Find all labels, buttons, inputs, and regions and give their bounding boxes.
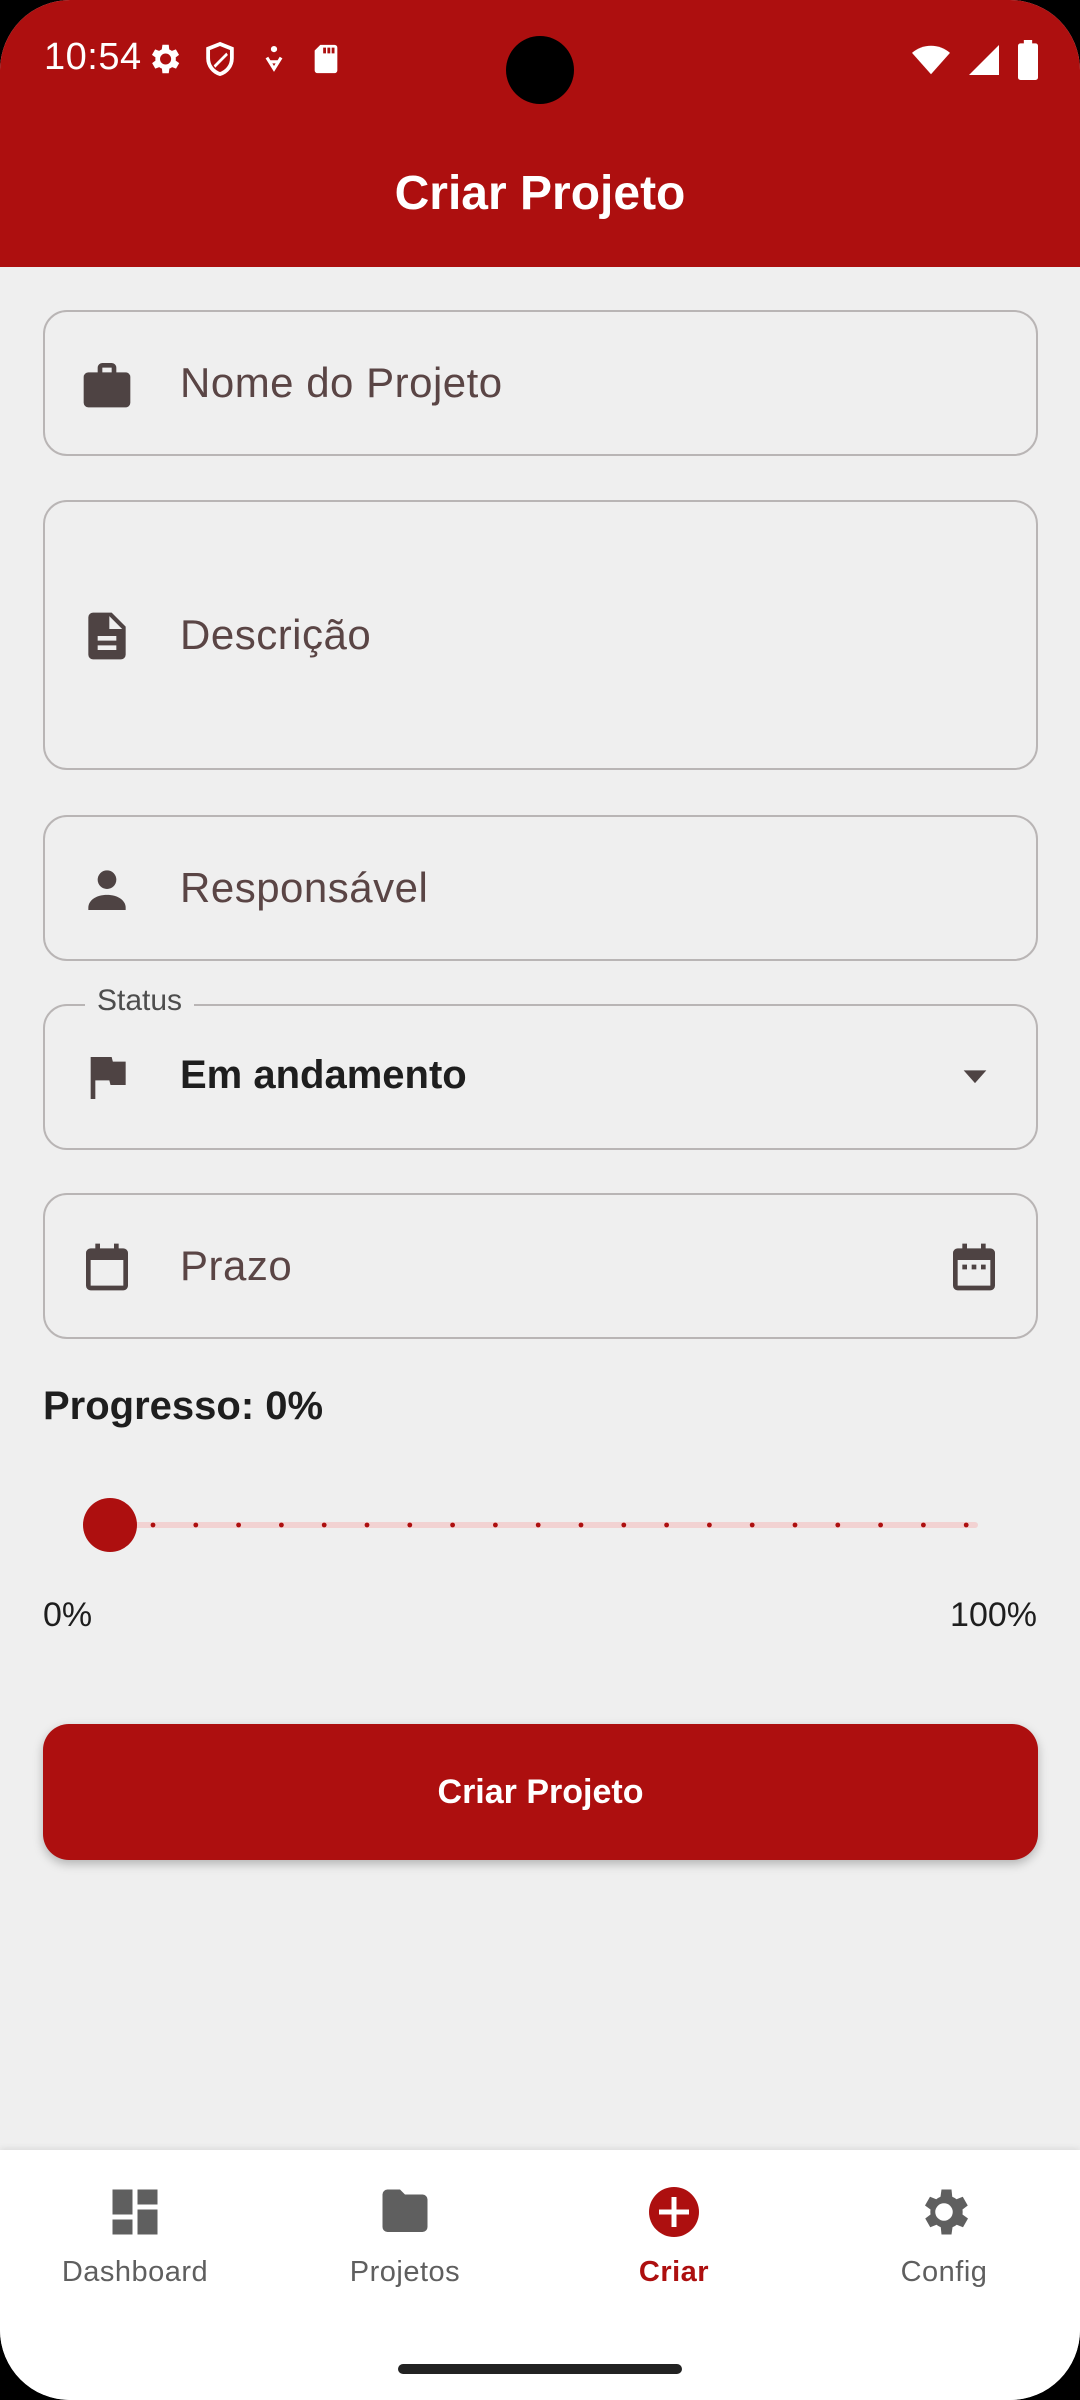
bottom-navigation: Dashboard Projetos Criar Config (0, 2150, 1080, 2400)
nav-dashboard-label: Dashboard (61, 2256, 209, 2288)
status-icons-right (910, 40, 1040, 80)
accessibility-status-icon (265, 45, 283, 72)
front-camera (506, 36, 574, 104)
create-project-button[interactable]: Criar Projeto (43, 1724, 1038, 1860)
slider-tick (707, 1522, 712, 1528)
slider-tick (193, 1522, 199, 1528)
slider-tick (664, 1522, 669, 1528)
settings-status-icon (151, 44, 180, 74)
slider-tick (407, 1522, 413, 1528)
status-dropdown[interactable]: Status Em andamento (43, 984, 1038, 1150)
nav-projetos[interactable]: Projetos (295, 2182, 515, 2289)
progress-slider-ticks (150, 1522, 969, 1528)
slider-tick (749, 1522, 755, 1528)
battery-icon (1018, 40, 1038, 80)
nav-dashboard[interactable]: Dashboard (25, 2182, 245, 2289)
slider-tick (364, 1522, 370, 1528)
slider-tick (792, 1522, 798, 1528)
nav-config-label: Config (900, 2256, 988, 2288)
status-icons-left (145, 40, 343, 78)
slider-tick (621, 1522, 627, 1528)
description-placeholder: Descrição (180, 611, 372, 658)
slider-tick (835, 1522, 841, 1528)
project-name-field[interactable]: Nome do Projeto (43, 310, 1038, 456)
slider-tick (279, 1522, 284, 1528)
nav-projetos-label: Projetos (349, 2256, 461, 2288)
deadline-field[interactable]: Prazo (43, 1193, 1038, 1339)
page-title: Criar Projeto (394, 167, 686, 220)
nav-criar-label: Criar (638, 2256, 710, 2288)
deadline-placeholder: Prazo (180, 1242, 293, 1289)
slider-tick (535, 1522, 541, 1528)
slider-tick (578, 1522, 584, 1528)
progress-slider-thumb[interactable] (83, 1498, 137, 1552)
slider-tick (878, 1522, 883, 1528)
description-field[interactable]: Descrição (43, 500, 1038, 770)
home-indicator[interactable] (398, 2364, 682, 2374)
slider-tick (450, 1522, 455, 1528)
sd-card-status-icon (314, 44, 338, 74)
slider-tick (321, 1522, 327, 1528)
flag-icon (79, 1050, 135, 1106)
screen: 10:54 Criar Projeto Nome do Projeto Desc… (0, 0, 1080, 2400)
responsible-field[interactable]: Responsável (43, 815, 1038, 961)
folder-icon (382, 2189, 428, 2232)
add-circle-icon (649, 2187, 699, 2237)
briefcase-icon (79, 356, 135, 412)
progress-min-label: 0% (43, 1596, 93, 1634)
calendar-icon (79, 1239, 135, 1295)
slider-tick (493, 1522, 498, 1528)
slider-tick (236, 1522, 241, 1528)
calendar-picker-icon[interactable] (946, 1239, 1002, 1300)
status-time: 10:54 (44, 36, 142, 78)
status-label: Status (85, 984, 195, 1018)
nav-criar[interactable]: Criar (564, 2182, 784, 2289)
dashboard-icon (112, 2189, 158, 2235)
signal-icon (969, 45, 999, 75)
shield-status-icon (206, 41, 234, 77)
wifi-icon (912, 45, 950, 75)
app-bar: 10:54 Criar Projeto (0, 0, 1080, 267)
person-icon (79, 861, 135, 917)
responsible-placeholder: Responsável (180, 864, 429, 911)
slider-tick (150, 1522, 156, 1528)
status-value: Em andamento (180, 1053, 467, 1097)
nav-config[interactable]: Config (834, 2182, 1054, 2289)
document-icon (79, 608, 135, 664)
gear-icon (925, 2189, 968, 2235)
chevron-down-icon (958, 1064, 992, 1093)
project-name-placeholder: Nome do Projeto (180, 359, 503, 406)
progress-label: Progresso: 0% (43, 1384, 324, 1428)
slider-tick (963, 1522, 969, 1528)
slider-tick (921, 1522, 926, 1528)
progress-max-label: 100% (950, 1596, 1037, 1634)
